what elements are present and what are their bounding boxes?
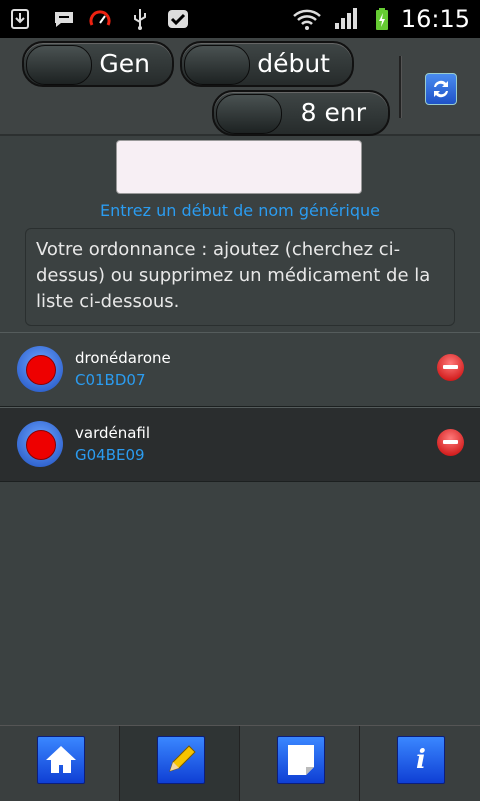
tab-info[interactable]: i — [360, 726, 480, 801]
toggle-knob — [184, 45, 250, 85]
speedometer-icon — [89, 10, 111, 26]
pill-icon — [17, 421, 63, 467]
list-item[interactable]: vardénafil G04BE09 — [0, 407, 480, 482]
download-icon — [11, 9, 29, 29]
count-toggle[interactable]: 8 enr — [212, 90, 390, 136]
tab-edit[interactable] — [120, 726, 240, 801]
list-item[interactable]: dronédarone C01BD07 — [0, 332, 480, 407]
home-icon — [37, 736, 85, 784]
toolbar-divider — [399, 56, 402, 118]
medication-list: dronédarone C01BD07 vardénafil G04BE09 — [0, 332, 480, 482]
status-bar: 16:15 — [0, 0, 480, 38]
medication-code: C01BD07 — [75, 371, 146, 389]
wifi-icon — [293, 9, 321, 30]
check-icon — [168, 10, 188, 28]
debut-label: début — [257, 49, 330, 78]
info-message: Votre ordonnance : ajoutez (cherchez ci-… — [25, 228, 455, 326]
pill-icon — [17, 346, 63, 392]
edit-icon — [157, 736, 205, 784]
toggle-knob — [216, 94, 282, 134]
search-hint: Entrez un début de nom générique — [100, 201, 380, 220]
remove-icon[interactable] — [437, 429, 464, 456]
chat-icon — [55, 12, 73, 27]
gen-label: Gen — [99, 49, 150, 78]
tab-note[interactable] — [240, 726, 360, 801]
medication-name: vardénafil — [75, 424, 151, 442]
count-label: 8 enr — [300, 98, 366, 127]
note-icon — [277, 736, 325, 784]
search-input[interactable] — [116, 140, 362, 194]
battery-icon — [376, 8, 388, 30]
refresh-icon[interactable] — [425, 73, 457, 105]
tab-home[interactable] — [0, 726, 120, 801]
bottom-nav: i — [0, 725, 480, 801]
remove-icon[interactable] — [437, 354, 464, 381]
signal-icon — [335, 8, 357, 29]
medication-code: G04BE09 — [75, 446, 145, 464]
toggle-knob — [26, 45, 92, 85]
status-time: 16:15 — [400, 5, 470, 33]
info-icon: i — [397, 736, 445, 784]
debut-toggle[interactable]: début — [180, 41, 354, 87]
gen-toggle[interactable]: Gen — [22, 41, 174, 87]
usb-icon — [134, 9, 146, 30]
toolbar: Gen début 8 enr — [0, 38, 480, 136]
medication-name: dronédarone — [75, 349, 171, 367]
